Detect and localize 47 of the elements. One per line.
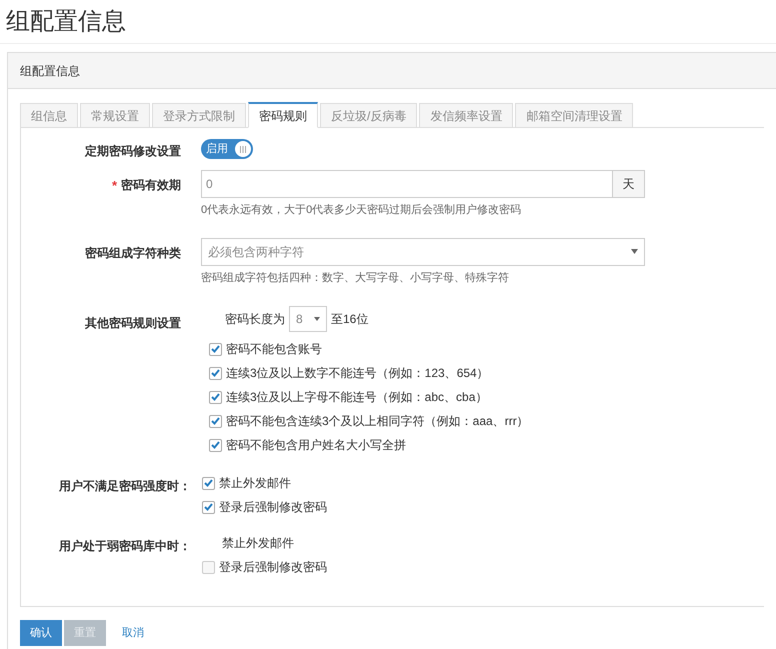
tab[interactable]: 反垃圾/反病毒 <box>320 103 418 127</box>
checkbox-label: 禁止外发邮件 <box>219 475 291 492</box>
dropdown[interactable]: 必须包含两种字符 <box>201 238 645 266</box>
help-text: 0代表永远有效，大于0代表多少天密码过期后会强制用户修改密码 <box>201 202 522 218</box>
checkbox-label: 连续3位及以上字母不能连号（例如：abc、cba） <box>226 389 488 406</box>
length-label: 至16位 <box>331 311 368 328</box>
field-label: 定期密码修改设置 <box>85 143 181 160</box>
field-label: 密码组成字符种类 <box>85 244 181 262</box>
tab[interactable]: 密码规则 <box>248 102 318 128</box>
length-dropdown[interactable]: 8 <box>289 306 327 332</box>
panel-title: 组配置信息 <box>20 62 80 80</box>
tab[interactable]: 登录方式限制 <box>152 103 246 127</box>
help-text: 密码组成字符包括四种：数字、大写字母、小写字母、特殊字符 <box>201 270 510 286</box>
checkbox[interactable] <box>202 476 215 490</box>
tab[interactable]: 组信息 <box>20 103 78 127</box>
caret-icon <box>631 249 638 254</box>
checkbox[interactable] <box>202 560 215 574</box>
field-label: 其他密码规则设置 <box>85 315 181 332</box>
tab[interactable]: 常规设置 <box>80 103 150 127</box>
field-label: 用户处于弱密码库中时： <box>59 538 191 555</box>
option-label: 禁止外发邮件 <box>222 535 294 552</box>
required-asterisk: * <box>112 177 117 195</box>
checkbox[interactable] <box>202 500 215 514</box>
checkbox-label: 登录后强制修改密码 <box>219 559 327 576</box>
tab[interactable]: 邮箱空间清理设置 <box>515 103 634 127</box>
unit-addon: 天 <box>612 171 644 197</box>
checkbox[interactable] <box>209 438 222 452</box>
length-label: 密码长度为 <box>225 311 285 328</box>
page-title: 组配置信息 <box>6 10 126 34</box>
input-field[interactable]: 0 天 <box>201 170 645 198</box>
checkbox[interactable] <box>209 414 222 428</box>
checkbox-label: 登录后强制修改密码 <box>219 499 327 516</box>
field-label: 密码有效期 <box>121 177 181 194</box>
grip-icon <box>240 146 246 152</box>
cancel-link[interactable]: 取消 <box>112 620 154 646</box>
toggle-switch[interactable]: 启用 <box>201 139 253 159</box>
field-label: 用户不满足密码强度时： <box>59 478 191 495</box>
checkbox-label: 密码不能包含连续3个及以上相同字符（例如：aaa、rrr） <box>226 413 529 430</box>
checkbox[interactable] <box>209 342 222 356</box>
caret-icon <box>314 317 320 321</box>
checkbox[interactable] <box>209 390 222 404</box>
checkbox[interactable] <box>209 366 222 380</box>
form-button[interactable]: 确认 <box>20 620 62 646</box>
tab[interactable]: 发信频率设置 <box>419 103 514 127</box>
checkbox-label: 连续3位及以上数字不能连号（例如：123、654） <box>226 365 489 382</box>
checkbox-label: 密码不能包含用户姓名大小写全拼 <box>226 437 406 454</box>
checkbox-label: 密码不能包含账号 <box>226 341 322 358</box>
